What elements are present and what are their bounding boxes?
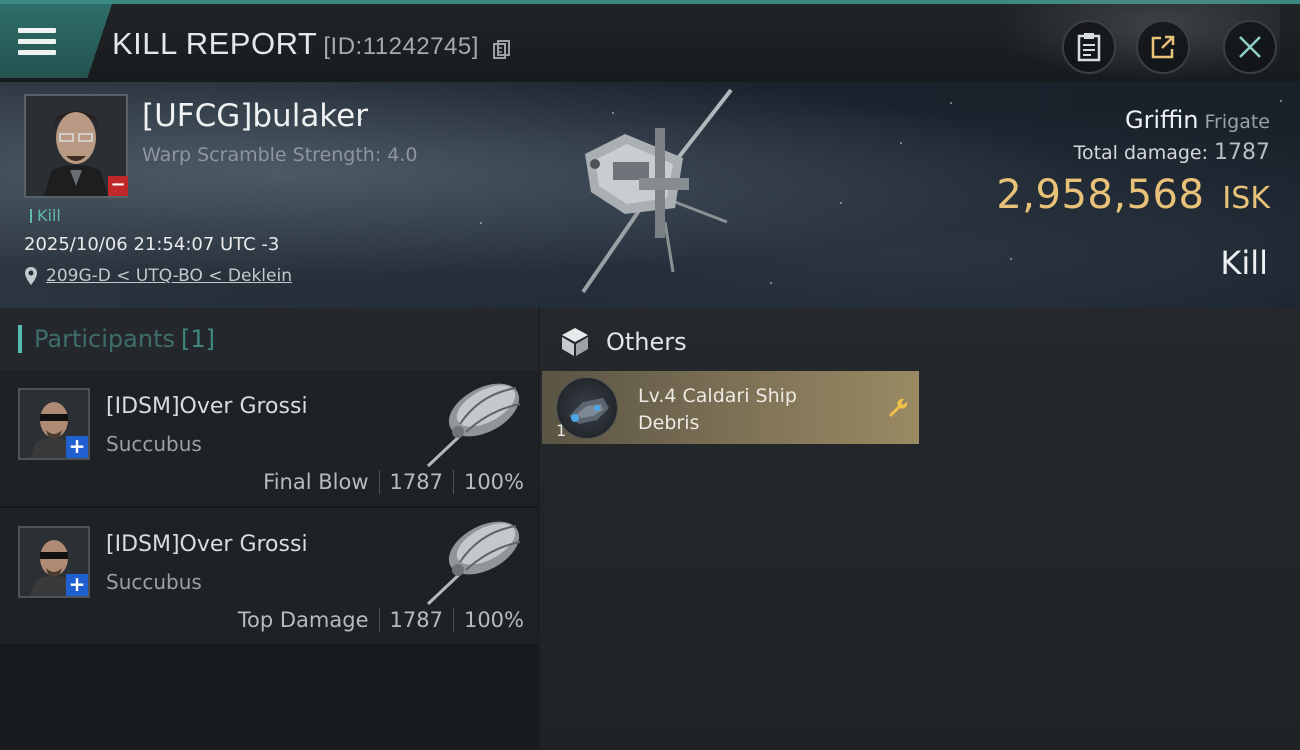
page-title-text: KILL REPORT xyxy=(112,26,318,61)
isk-unit: ISK xyxy=(1222,181,1270,216)
participant-name[interactable]: [IDSM]Over Grossi xyxy=(106,532,308,557)
result-label: Kill xyxy=(1220,244,1268,282)
page-title: KILL REPORT [ID:11242745] xyxy=(112,26,479,62)
clipboard-button[interactable] xyxy=(1062,20,1116,74)
total-damage: Total damage: 1787 xyxy=(1074,140,1270,165)
participant-stats: Top Damage 1787 100% xyxy=(238,608,524,632)
location-link[interactable]: 209G-D < UTQ-BO < Deklein xyxy=(46,266,292,286)
participant-role: Top Damage xyxy=(237,608,369,632)
clipboard-icon xyxy=(1077,33,1101,62)
share-icon xyxy=(1151,35,1175,59)
menu-icon[interactable] xyxy=(18,28,56,56)
participant-ship-image[interactable] xyxy=(420,374,530,470)
stat-divider xyxy=(378,470,380,494)
total-damage-value: 1787 xyxy=(1214,140,1270,165)
location-row: 209G-D < UTQ-BO < Deklein xyxy=(24,266,292,286)
participant-ship: Succubus xyxy=(106,570,202,594)
others-panel: Others 1 Lv.4 Caldari Ship Debris xyxy=(540,308,1300,750)
participants-count: [1] xyxy=(180,325,215,353)
participant-row[interactable]: + [IDSM]Over Grossi Succubus Final Blow … xyxy=(0,370,538,508)
participant-stats: Final Blow 1787 100% xyxy=(263,470,524,494)
participant-ship: Succubus xyxy=(106,432,202,456)
victim-banner: − [UFCG]bulaker Warp Scramble Strength: … xyxy=(0,82,1300,308)
share-button[interactable] xyxy=(1136,20,1190,74)
victim-ship-name[interactable]: Griffin xyxy=(1125,106,1199,134)
victim-ship: Griffin Frigate xyxy=(1125,106,1270,134)
report-id: [ID:11242745] xyxy=(323,33,479,60)
item-name: Lv.4 Caldari Ship Debris xyxy=(638,385,797,434)
menu-tab xyxy=(0,4,112,78)
stat-divider xyxy=(378,608,380,632)
kill-timestamp: 2025/10/06 21:54:07 UTC -3 xyxy=(24,234,280,255)
location-pin-icon xyxy=(25,267,37,285)
stat-divider xyxy=(452,470,454,494)
friendly-badge: + xyxy=(66,436,88,458)
wrench-icon[interactable] xyxy=(885,395,909,419)
participants-header[interactable]: Participants [1] xyxy=(0,308,538,370)
participant-damage: 1787 xyxy=(389,470,443,494)
participant-name[interactable]: [IDSM]Over Grossi xyxy=(106,394,308,419)
victim-ship-class: Frigate xyxy=(1204,111,1270,133)
stat-divider xyxy=(452,608,454,632)
warp-scramble-strength: Warp Scramble Strength: 4.0 xyxy=(142,144,418,166)
total-damage-label: Total damage: xyxy=(1073,142,1208,164)
cube-icon xyxy=(562,328,588,356)
participant-role: Final Blow xyxy=(263,470,369,494)
participant-percent: 100% xyxy=(463,470,524,494)
participants-header-marker xyxy=(18,325,22,353)
participants-panel: Participants [1] + [IDSM]Over Grossi Suc… xyxy=(0,308,538,750)
hostile-badge: − xyxy=(108,176,128,196)
isk-value-row: 2,958,568 ISK xyxy=(996,172,1270,218)
item-quantity: 1 xyxy=(556,421,567,440)
victim-name[interactable]: [UFCG]bulaker xyxy=(142,98,368,134)
close-button[interactable] xyxy=(1223,20,1277,74)
isk-value: 2,958,568 xyxy=(996,172,1205,218)
kill-tag: Kill xyxy=(30,206,61,225)
participants-title: Participants xyxy=(34,325,175,353)
copy-icon[interactable] xyxy=(493,40,511,60)
participant-ship-image[interactable] xyxy=(420,512,530,608)
others-title: Others xyxy=(606,328,687,356)
participant-row[interactable]: + [IDSM]Over Grossi Succubus Top Damage … xyxy=(0,508,538,646)
participant-percent: 100% xyxy=(463,608,524,632)
top-bar: KILL REPORT [ID:11242745] xyxy=(0,0,1300,86)
victim-ship-image xyxy=(581,88,733,294)
others-header: Others xyxy=(560,326,687,358)
loot-item-card[interactable]: 1 Lv.4 Caldari Ship Debris xyxy=(542,371,919,444)
participant-damage: 1787 xyxy=(389,608,443,632)
friendly-badge: + xyxy=(66,574,88,596)
close-icon xyxy=(1239,36,1261,58)
